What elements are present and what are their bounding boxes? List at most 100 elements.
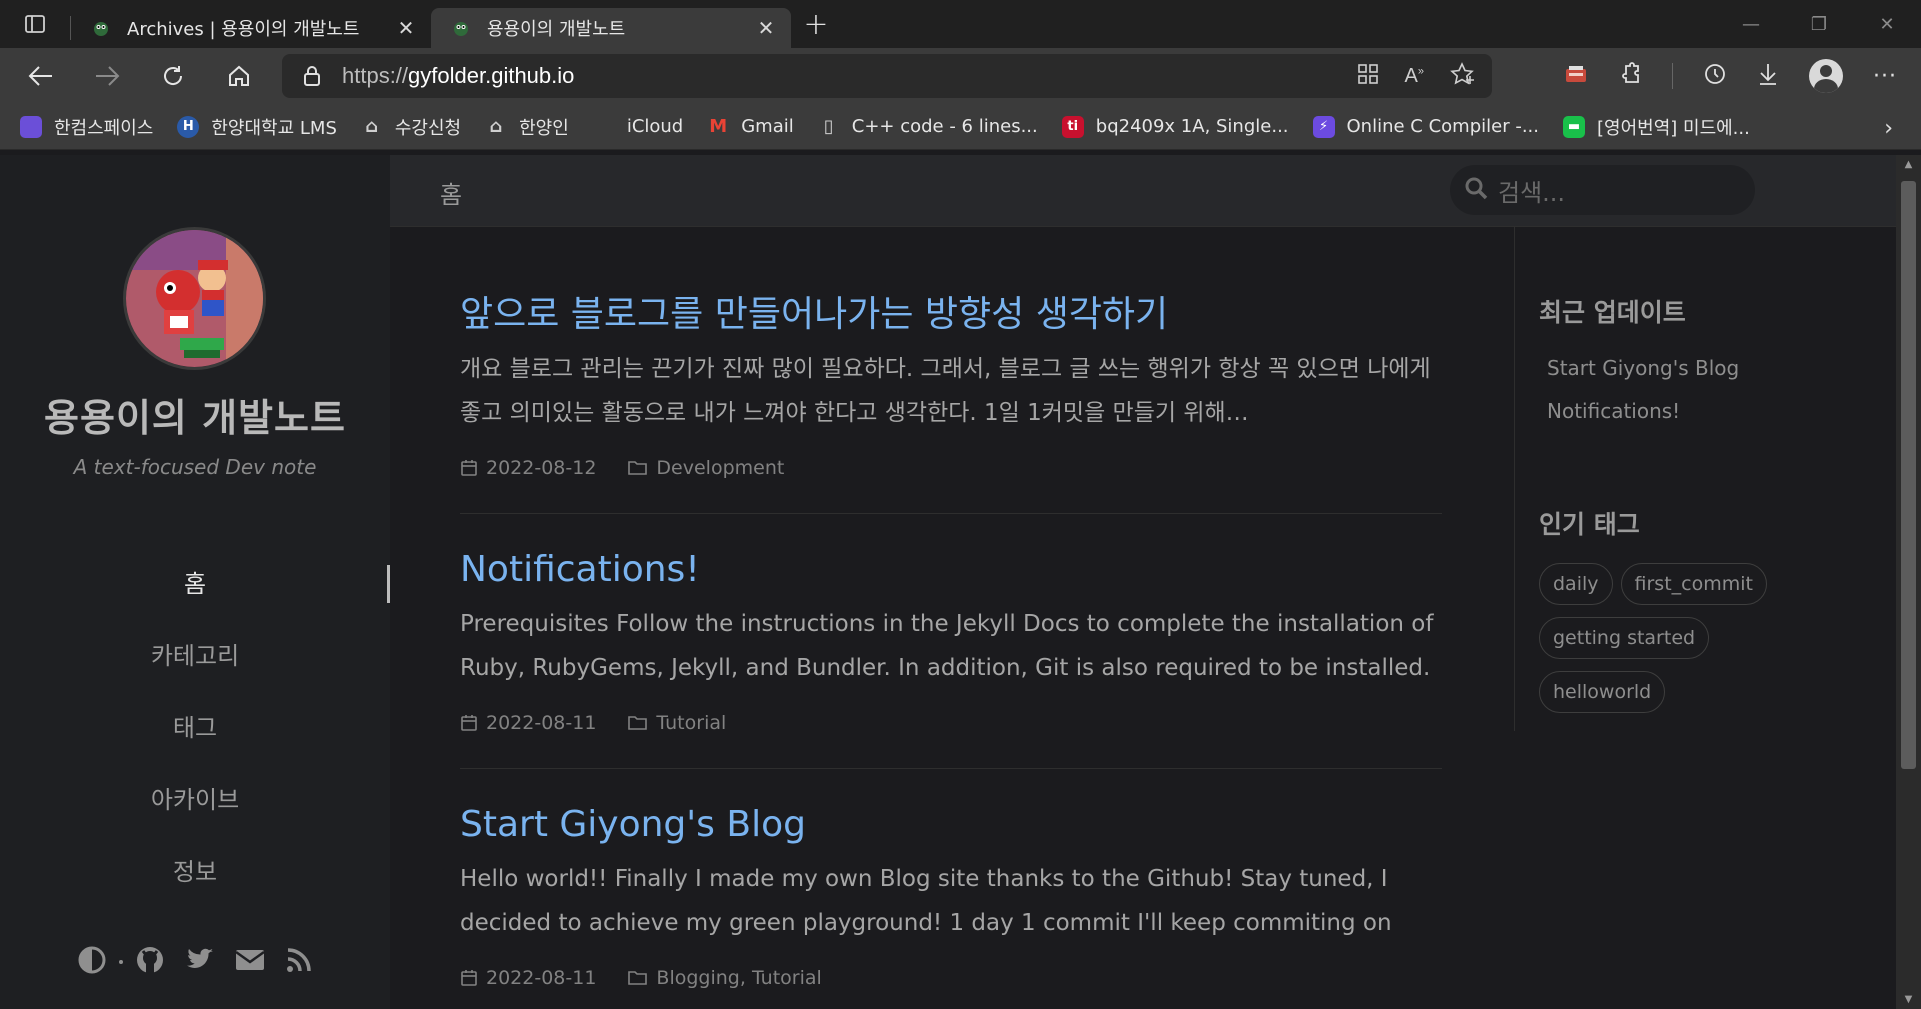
theme-toggle-icon[interactable]: [77, 945, 107, 979]
close-tab-icon[interactable]: ✕: [753, 16, 779, 40]
post-excerpt: Hello world!! Finally I made my own Blog…: [460, 866, 1392, 936]
post-date: 2022-08-11: [486, 967, 597, 989]
window-controls: — ❐ ✕: [1717, 0, 1921, 48]
post-category[interactable]: Tutorial: [656, 712, 726, 734]
building-icon: ⌂: [365, 116, 379, 137]
bookmark-label: [영어번역] 미드에...: [1597, 117, 1750, 139]
site-favicon-icon: [94, 22, 108, 36]
url-scheme: https://: [342, 63, 409, 88]
forward-arrow-icon[interactable]: [74, 48, 140, 104]
sidebar-item-categories[interactable]: 카테고리: [0, 617, 390, 689]
restore-icon[interactable]: ❐: [1785, 0, 1853, 48]
apps-icon[interactable]: [1357, 63, 1379, 89]
site-subtitle: A text-focused Dev note: [73, 455, 317, 479]
sidebar-item-tags[interactable]: 태그: [0, 689, 390, 761]
bookmark-item[interactable]: 한컴스페이스: [20, 114, 153, 140]
post-card[interactable]: Start Giyong's Blog Hello world!! Finall…: [460, 769, 1442, 1009]
bookmark-item[interactable]: ti bq2409x 1A, Single...: [1061, 115, 1289, 138]
folder-icon: [628, 971, 648, 985]
post-card[interactable]: Notifications! Prerequisites Follow the …: [460, 514, 1442, 769]
scroll-down-icon[interactable]: ▼: [1896, 994, 1921, 1005]
home-icon[interactable]: [206, 48, 272, 104]
window-close-icon[interactable]: ✕: [1853, 0, 1921, 48]
scroll-up-icon[interactable]: ▲: [1896, 159, 1921, 170]
profile-avatar-icon[interactable]: [1809, 59, 1844, 93]
reload-icon[interactable]: [140, 48, 206, 104]
post-category[interactable]: Development: [656, 457, 784, 479]
search-input[interactable]: 검색...: [1450, 165, 1755, 215]
search-placeholder: 검색...: [1498, 178, 1566, 207]
extension-stack-icon[interactable]: [1564, 64, 1588, 88]
sidebar-item-archives[interactable]: 아카이브: [0, 761, 390, 833]
bookmark-item[interactable]: iCloud: [593, 116, 683, 138]
email-icon[interactable]: [235, 948, 265, 976]
minimize-icon[interactable]: —: [1717, 0, 1785, 48]
avatar[interactable]: [123, 227, 266, 370]
tag-chip[interactable]: daily: [1539, 563, 1613, 605]
hanyang-lms-icon: H: [177, 115, 200, 138]
search-icon: [1464, 176, 1488, 204]
sidebar-nav: 홈 카테고리 태그 아카이브 정보: [0, 545, 390, 905]
popular-tags-heading: 인기 태그: [1539, 510, 1640, 539]
breadcrumb: 홈: [440, 181, 463, 209]
history-icon[interactable]: [1703, 62, 1727, 90]
calendar-icon: [461, 970, 477, 986]
post-category[interactable]: Blogging, Tutorial: [656, 967, 821, 989]
tag-chip[interactable]: first_commit: [1620, 563, 1767, 605]
read-aloud-icon[interactable]: A»: [1405, 65, 1424, 88]
back-arrow-icon[interactable]: [8, 48, 74, 104]
bookmark-item[interactable]: ▯ C++ code - 6 lines...: [818, 116, 1038, 138]
scrollbar-thumb[interactable]: [1901, 181, 1916, 769]
sidebar-item-home[interactable]: 홈: [0, 545, 390, 617]
bookmark-item[interactable]: ▬ [영어번역] 미드에...: [1563, 114, 1750, 140]
folder-icon: [628, 461, 648, 475]
bookmark-item[interactable]: M Gmail: [707, 116, 793, 138]
twitter-icon[interactable]: [185, 947, 215, 977]
browser-tab-bar: Archives | 용용이의 개발노트 ✕ 용용이의 개발노트 ✕ + — ❐…: [0, 0, 1921, 48]
tab-actions-icon[interactable]: [0, 0, 70, 48]
close-tab-icon[interactable]: ✕: [393, 16, 419, 40]
new-tab-button[interactable]: +: [791, 0, 841, 48]
post-title[interactable]: 앞으로 블로그를 만들어나가는 방향성 생각하기: [460, 293, 1442, 337]
popular-tags: 인기 태그 daily first_commit getting started…: [1515, 505, 1814, 731]
github-icon[interactable]: [135, 945, 165, 979]
bookmark-label: 한양인: [519, 117, 569, 139]
post-title[interactable]: Start Giyong's Blog: [460, 803, 1442, 847]
side-panel: 최근 업데이트 Start Giyong's Blog Notification…: [1514, 227, 1814, 731]
favorite-star-icon[interactable]: [1450, 62, 1476, 90]
bookmark-item[interactable]: ⌂ 한양인: [485, 114, 569, 140]
post-meta: 2022-08-12 Development: [460, 457, 1442, 479]
tag-chip[interactable]: getting started: [1539, 617, 1710, 659]
address-bar[interactable]: https://gyfolder.github.io A»: [282, 54, 1492, 98]
tab-archives[interactable]: Archives | 용용이의 개발노트 ✕: [71, 8, 431, 48]
lock-icon[interactable]: [282, 65, 342, 87]
hancom-icon: [20, 115, 42, 138]
site-title[interactable]: 용용이의 개발노트: [0, 387, 390, 442]
bookmark-item[interactable]: H 한양대학교 LMS: [177, 114, 337, 140]
tab-home[interactable]: 용용이의 개발노트 ✕: [431, 8, 791, 48]
recent-link[interactable]: Notifications!: [1547, 390, 1814, 433]
browser-toolbar: https://gyfolder.github.io A» ···: [0, 48, 1921, 104]
bookmark-item[interactable]: ⌂ 수강신청: [361, 114, 461, 140]
post-date: 2022-08-12: [486, 457, 597, 479]
post-card[interactable]: 앞으로 블로그를 만들어나가는 방향성 생각하기 개요 블로그 관리는 끈기가 …: [460, 227, 1442, 514]
sidebar-item-about[interactable]: 정보: [0, 833, 390, 905]
line-icon: ▬: [1563, 115, 1585, 138]
extensions-puzzle-icon[interactable]: [1618, 62, 1642, 90]
bookmark-label: iCloud: [626, 116, 684, 137]
rss-icon[interactable]: [285, 946, 313, 978]
page-viewport: 용용이의 개발노트 A text-focused Dev note 홈 카테고리…: [0, 155, 1896, 1009]
apple-icon: [593, 116, 615, 138]
recent-link[interactable]: Start Giyong's Blog: [1547, 347, 1814, 390]
separator-dot: [119, 960, 123, 964]
document-icon: ▯: [823, 116, 834, 137]
url-text[interactable]: https://gyfolder.github.io: [342, 63, 574, 89]
bookmark-label: 수강신청: [394, 117, 462, 139]
download-icon[interactable]: [1757, 62, 1779, 90]
tag-chip[interactable]: helloworld: [1539, 671, 1666, 713]
post-title[interactable]: Notifications!: [460, 548, 1442, 592]
page-scrollbar[interactable]: ▲ ▼: [1896, 155, 1921, 1009]
bookmarks-overflow-chevron-icon[interactable]: ›: [1884, 116, 1893, 141]
bookmark-item[interactable]: ⚡ Online C Compiler -...: [1312, 115, 1539, 138]
more-menu-icon[interactable]: ···: [1873, 64, 1897, 89]
